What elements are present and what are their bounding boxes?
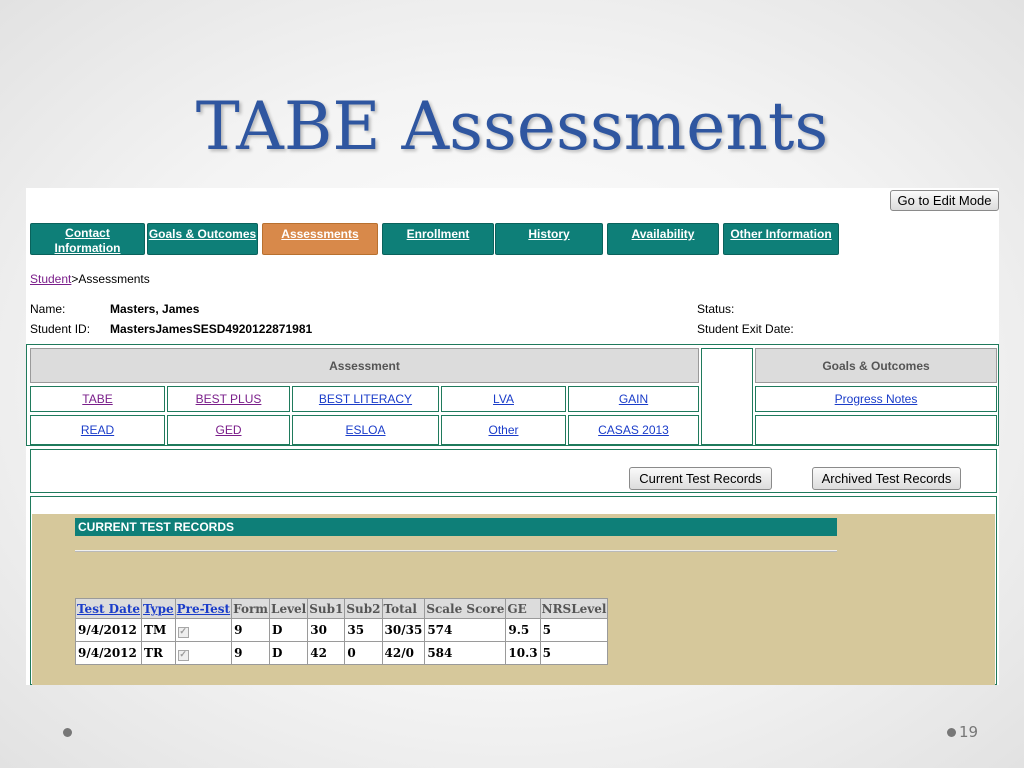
tab-other-information[interactable]: Other Information [723, 223, 839, 255]
records-divider [75, 550, 837, 552]
lva-cell: LVA [441, 386, 566, 412]
cell-sub1: 30 [307, 618, 346, 642]
goals-outcomes-header: Goals & Outcomes [755, 348, 997, 383]
casas-cell: CASAS 2013 [568, 415, 699, 445]
cell-scale-score: 574 [424, 618, 507, 642]
cell-level: D [268, 618, 309, 642]
cell-sub2: 0 [344, 641, 383, 665]
edit-mode-button[interactable]: Go to Edit Mode [890, 190, 999, 211]
table-row: 9/4/2012 TM ✓ 9 D 30 35 30/35 574 9.5 5 [74, 618, 609, 642]
col-total: Total [381, 598, 426, 619]
cell-nrslevel: 5 [539, 641, 609, 665]
slide-bullet-right [947, 728, 956, 737]
tabe-link[interactable]: TABE [82, 392, 112, 406]
student-id-value: MastersJamesSESD4920122871981 [110, 322, 313, 336]
progress-notes-link[interactable]: Progress Notes [835, 392, 918, 406]
pretest-checkbox: ✓ [177, 626, 189, 638]
read-link[interactable]: READ [81, 423, 114, 437]
cell-test-date: 9/4/2012 [74, 618, 143, 642]
cell-total: 42/0 [381, 641, 426, 665]
breadcrumb: Student>Assessments [30, 272, 150, 286]
lva-link[interactable]: LVA [493, 392, 514, 406]
best-plus-cell: BEST PLUS [167, 386, 290, 412]
cell-pre-test: ✓ [174, 641, 233, 665]
slide-title: TABE Assessments [195, 88, 829, 165]
best-plus-link[interactable]: BEST PLUS [196, 392, 262, 406]
read-cell: READ [30, 415, 165, 445]
col-ge: GE [505, 598, 541, 619]
status-label: Status: [697, 302, 735, 316]
name-value: Masters, James [110, 302, 200, 316]
current-test-records-header: CURRENT TEST RECORDS [75, 518, 837, 536]
ged-cell: GED [167, 415, 290, 445]
breadcrumb-current: Assessments [78, 272, 150, 286]
col-level: Level [268, 598, 309, 619]
gain-cell: GAIN [568, 386, 699, 412]
exit-date-label: Student Exit Date: [697, 322, 794, 336]
best-literacy-link[interactable]: BEST LITERACY [319, 392, 412, 406]
cell-ge: 10.3 [505, 641, 541, 665]
cell-pre-test: ✓ [174, 618, 233, 642]
tab-history[interactable]: History [495, 223, 603, 255]
slide-page-number: 19 [959, 723, 979, 741]
app-screenshot: Go to Edit Mode Contact Information Goal… [26, 188, 999, 685]
student-id-label: Student ID: [30, 322, 91, 336]
casas-2013-link[interactable]: CASAS 2013 [598, 423, 669, 437]
goals-empty-cell [755, 415, 997, 445]
col-type[interactable]: Type [141, 598, 176, 619]
col-test-date[interactable]: Test Date [74, 598, 143, 619]
tab-goals-outcomes[interactable]: Goals & Outcomes [147, 223, 258, 255]
cell-ge: 9.5 [505, 618, 541, 642]
spacer-cell [701, 348, 753, 445]
tab-availability[interactable]: Availability [607, 223, 719, 255]
col-form: Form [231, 598, 270, 619]
test-records-table: Test Date Type Pre-Test Form Level Sub1 … [74, 598, 609, 665]
pretest-checkbox: ✓ [177, 649, 189, 661]
col-scale-score: Scale Score [424, 598, 507, 619]
ged-link[interactable]: GED [215, 423, 241, 437]
other-link[interactable]: Other [488, 423, 518, 437]
cell-type: TM [141, 618, 176, 642]
col-sub1: Sub1 [307, 598, 346, 619]
progress-notes-cell: Progress Notes [755, 386, 997, 412]
cell-form: 9 [231, 641, 270, 665]
table-header-row: Test Date Type Pre-Test Form Level Sub1 … [74, 598, 609, 619]
cell-form: 9 [231, 618, 270, 642]
archived-test-records-button[interactable]: Archived Test Records [812, 467, 961, 490]
col-nrslevel: NRSLevel [539, 598, 609, 619]
esloa-link[interactable]: ESLOA [345, 423, 385, 437]
esloa-cell: ESLOA [292, 415, 439, 445]
table-row: 9/4/2012 TR ✓ 9 D 42 0 42/0 584 10.3 5 [74, 641, 609, 665]
col-pre-test[interactable]: Pre-Test [174, 598, 233, 619]
cell-level: D [268, 641, 309, 665]
cell-sub2: 35 [344, 618, 383, 642]
gain-link[interactable]: GAIN [619, 392, 648, 406]
cell-test-date: 9/4/2012 [74, 641, 143, 665]
cell-total: 30/35 [381, 618, 426, 642]
cell-nrslevel: 5 [539, 618, 609, 642]
name-label: Name: [30, 302, 66, 316]
tab-enrollment[interactable]: Enrollment [382, 223, 494, 255]
cell-scale-score: 584 [424, 641, 507, 665]
tab-contact-information[interactable]: Contact Information [30, 223, 145, 255]
breadcrumb-student-link[interactable]: Student [30, 272, 71, 286]
slide-bullet-left [63, 728, 72, 737]
tabe-cell: TABE [30, 386, 165, 412]
best-literacy-cell: BEST LITERACY [292, 386, 439, 412]
cell-sub1: 42 [307, 641, 346, 665]
tab-assessments[interactable]: Assessments [262, 223, 378, 255]
assessment-header: Assessment [30, 348, 699, 383]
other-cell: Other [441, 415, 566, 445]
cell-type: TR [141, 641, 176, 665]
col-sub2: Sub2 [344, 598, 383, 619]
current-test-records-button[interactable]: Current Test Records [629, 467, 772, 490]
